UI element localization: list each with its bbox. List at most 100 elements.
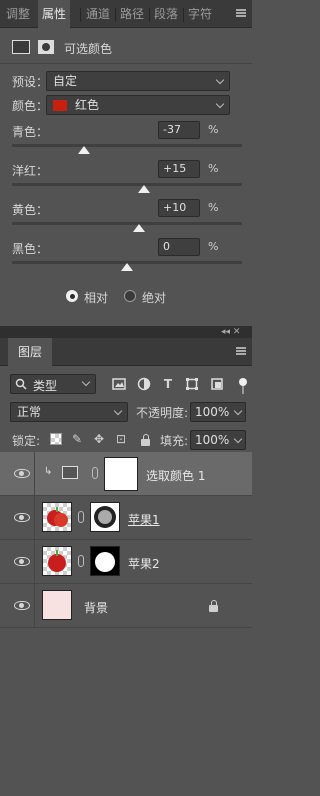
preset-value: 自定 [53,74,78,88]
cyan-percent: % [208,123,219,136]
magenta-slider-track[interactable] [12,183,242,186]
layer-name[interactable]: 苹果1 [128,511,160,528]
mask-shape-image [94,506,116,528]
lock-artboard-icon[interactable]: ⊡ [114,432,128,446]
relative-label: 相对 [84,291,109,305]
layer-mask-thumbnail[interactable] [90,546,120,576]
tab-properties[interactable]: 属性 [38,0,71,28]
tab-divider [80,8,81,22]
opacity-label: 不透明度: [136,406,189,420]
magenta-slider-thumb[interactable] [138,185,151,193]
layer-mask-thumbnail[interactable] [90,502,120,532]
blend-mode-select[interactable]: 正常 [10,402,128,422]
adjustment-title: 可选颜色 [64,42,113,56]
preset-select[interactable]: 自定 [46,71,230,91]
fill-value: 100% [195,433,230,447]
filter-type-select[interactable]: 类型 [10,374,96,394]
yellow-slider-track[interactable] [12,222,242,225]
color-value: 红色 [75,98,100,112]
fill-label: 填充: [160,434,189,448]
link-chain-icon[interactable] [78,511,84,523]
visibility-eye-icon[interactable] [14,513,30,522]
yellow-value-input[interactable]: +10 [158,199,200,217]
mask-shape-image [95,552,115,572]
visibility-eye-icon[interactable] [14,557,30,566]
black-value-input[interactable]: 0 [158,238,200,256]
yellow-label: 黄色： [12,203,49,217]
lock-all-icon[interactable] [141,434,150,446]
layer-name[interactable]: 选取颜色 1 [146,467,205,484]
layer-name[interactable]: 苹果2 [128,555,160,572]
tab-adjustments[interactable]: 调整 [6,5,30,23]
opacity-value: 100% [195,405,230,419]
chevron-down-icon [215,99,225,109]
tab-layers[interactable]: 图层 [8,338,53,366]
layer-row-apple1[interactable]: 苹果1 [0,496,252,540]
apple-image [47,507,68,527]
type-filter-icon[interactable]: T [161,377,175,391]
search-icon [15,378,27,390]
preset-label: 预设： [12,75,49,89]
cyan-value-input[interactable]: -37 [158,121,200,139]
layer-thumbnail[interactable] [42,502,72,532]
image-filter-icon[interactable] [112,377,126,391]
clip-arrow-icon: ↳ [44,466,53,477]
blend-mode-value: 正常 [17,405,42,419]
layer-thumbnail[interactable] [42,546,72,576]
layer-mask-thumbnail[interactable] [104,457,138,491]
tab-divider [115,8,116,22]
tab-character[interactable]: 字符 [188,5,212,23]
chevron-down-icon [233,434,243,444]
panel-dock-strip [0,326,252,338]
layer-row-apple2[interactable]: 苹果2 [0,540,252,584]
yellow-percent: % [208,201,219,214]
lock-position-icon[interactable]: ✥ [92,432,106,446]
link-chain-icon[interactable] [92,467,98,479]
tab-paths[interactable]: 路径 [120,5,144,23]
cyan-slider-track[interactable] [12,144,242,147]
layer-mask-icon[interactable] [38,40,54,54]
color-select[interactable]: 红色 [46,95,230,115]
layer-row-divider [34,584,35,628]
filter-toggle-bar [242,386,244,394]
magenta-value-input[interactable]: +15 [158,160,200,178]
layer-lock-icon [209,600,218,612]
lock-transparent-pixels-icon[interactable] [50,433,62,445]
layer-name[interactable]: 背景 [84,599,108,616]
relative-radio[interactable] [66,290,78,302]
chevron-down-icon [233,406,243,416]
adjustment-thumbnail-icon[interactable] [62,466,78,479]
tab-divider [183,8,184,22]
color-swatch [53,100,67,111]
layer-row-selective-color[interactable]: ↳ 选取颜色 1 [0,452,252,496]
chevron-down-icon [215,75,225,85]
visibility-eye-icon[interactable] [14,469,30,478]
magenta-percent: % [208,162,219,175]
filter-toggle-icon[interactable] [239,378,247,386]
filter-type-label: 类型 [33,379,58,393]
fill-input[interactable]: 100% [190,430,246,450]
lock-image-pixels-icon[interactable]: ✎ [70,432,84,446]
absolute-radio[interactable] [124,290,136,302]
shape-filter-icon[interactable] [185,377,199,391]
adjustment-filter-icon[interactable] [137,377,151,391]
cyan-slider-thumb[interactable] [78,146,91,154]
visibility-eye-icon[interactable] [14,601,30,610]
link-chain-icon[interactable] [78,555,84,567]
layer-thumbnail[interactable] [42,590,72,620]
tab-paragraph[interactable]: 段落 [154,5,178,23]
panel-menu-icon[interactable] [236,9,246,17]
color-label: 颜色： [12,99,49,113]
tab-channels[interactable]: 通道 [86,5,110,23]
cyan-label: 青色： [12,125,49,139]
dock-controls[interactable]: ◂◂ ✕ [221,327,240,337]
smart-object-filter-icon[interactable] [210,377,224,391]
black-slider-thumb[interactable] [121,263,133,271]
layers-menu-icon[interactable] [236,347,246,355]
magenta-label: 洋红： [12,164,49,178]
layer-row-background[interactable]: 背景 [0,584,252,628]
yellow-slider-thumb[interactable] [132,224,145,232]
opacity-input[interactable]: 100% [190,402,246,422]
absolute-label: 绝对 [142,291,167,305]
adjustment-layer-icon[interactable] [12,40,30,54]
